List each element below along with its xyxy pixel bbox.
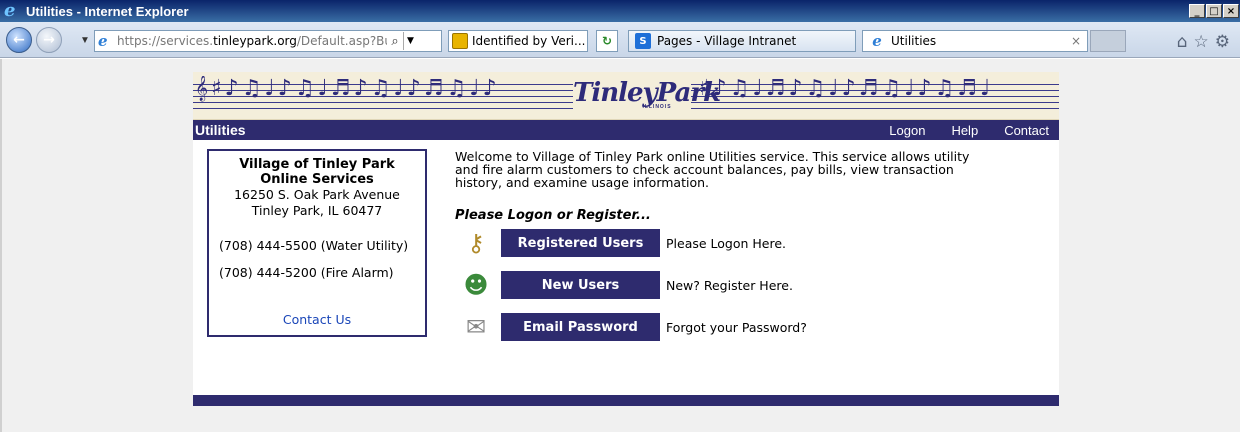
- history-dropdown-icon[interactable]: ▼: [80, 35, 90, 46]
- tab-label: Pages - Village Intranet: [657, 34, 797, 48]
- welcome-text: Welcome to Village of Tinley Park online…: [455, 149, 970, 190]
- page-viewport: 𝄞♯♪♫♩♪♫♩♬♪♫♩♪♬♫♩♪ ♯♪♫♩♬♪♫♩♪♬♫♩♪♫♬♩ Tinle…: [0, 59, 1240, 432]
- section-title: Utilities: [195, 122, 246, 138]
- window-title-bar: e Utilities - Internet Explorer _ □ ×: [0, 0, 1240, 22]
- back-button[interactable]: ←: [6, 27, 32, 53]
- new-users-button[interactable]: New Users: [501, 271, 660, 299]
- nav-help-link[interactable]: Help: [951, 123, 978, 138]
- window-title: Utilities - Internet Explorer: [26, 3, 189, 19]
- utilities-page: 𝄞♯♪♫♩♪♫♩♬♪♫♩♪♬♫♩♪ ♯♪♫♩♬♪♫♩♪♬♫♩♪♫♬♩ Tinle…: [193, 72, 1059, 406]
- minimize-button[interactable]: _: [1189, 4, 1205, 18]
- internet-explorer-icon: e: [4, 0, 16, 21]
- email-password-row: ✉ Email Password Forgot your Password?: [459, 312, 979, 342]
- browser-command-icons: ⌂ ☆ ⚙: [1177, 32, 1230, 52]
- close-tab-icon[interactable]: ×: [1071, 34, 1081, 48]
- contact-us-link[interactable]: Contact Us: [209, 312, 425, 327]
- site-banner: 𝄞♯♪♫♩♪♫♩♬♪♫♩♪♬♫♩♪ ♯♪♫♩♬♪♫♩♪♬♫♩♪♫♬♩ Tinle…: [193, 72, 1059, 120]
- registered-users-row: ⚷ Registered Users Please Logon Here.: [459, 228, 979, 258]
- lock-icon: [452, 33, 468, 49]
- close-button[interactable]: ×: [1223, 4, 1239, 18]
- ie-page-icon: e: [872, 32, 882, 50]
- address-bar[interactable]: e https://services.tinleypark.org/Defaul…: [94, 30, 442, 52]
- organization-name: Village of Tinley Park Online Services: [239, 157, 395, 187]
- site-nav-bar: Utilities Logon Help Contact: [193, 120, 1059, 140]
- browser-toolbar: ← → ▼ e https://services.tinleypark.org/…: [0, 22, 1240, 58]
- sharepoint-icon: S: [635, 33, 651, 49]
- keys-icon: ⚷: [467, 229, 485, 257]
- tab-label: Utilities: [891, 34, 937, 48]
- registered-users-button[interactable]: Registered Users: [501, 229, 660, 257]
- tinley-park-logo: TinleyPark ILLINOIS: [573, 78, 721, 116]
- music-notes-decoration: ♯♪♫♩♬♪♫♩♪♬♫♩♪♫♬♩: [699, 76, 994, 101]
- new-users-row: ☻ New Users New? Register Here.: [459, 270, 979, 300]
- tab-pages-village-intranet[interactable]: S Pages - Village Intranet: [628, 30, 856, 52]
- security-identity-button[interactable]: Identified by Veri...: [448, 30, 588, 52]
- new-tab-button[interactable]: [1090, 30, 1126, 52]
- new-users-hint: New? Register Here.: [666, 277, 793, 293]
- search-icon[interactable]: ⌕: [387, 34, 403, 49]
- user-icon: ☻: [463, 271, 489, 299]
- tools-gear-icon[interactable]: ⚙: [1215, 32, 1230, 52]
- forward-button[interactable]: →: [36, 27, 62, 53]
- nav-contact-link[interactable]: Contact: [1004, 123, 1049, 138]
- email-password-hint: Forgot your Password?: [666, 319, 807, 335]
- address: 16250 S. Oak Park Avenue Tinley Park, IL…: [234, 187, 400, 218]
- address-url[interactable]: https://services.tinleypark.org/Default.…: [117, 34, 387, 48]
- contact-info-box: Village of Tinley Park Online Services 1…: [207, 149, 427, 337]
- email-password-button[interactable]: Email Password: [501, 313, 660, 341]
- phone-water-utility: (708) 444-5500 (Water Utility): [219, 238, 409, 253]
- tab-utilities[interactable]: e Utilities ×: [862, 30, 1088, 52]
- favorites-star-icon[interactable]: ☆: [1194, 32, 1209, 52]
- maximize-button[interactable]: □: [1206, 4, 1222, 18]
- music-notes-decoration: 𝄞♯♪♫♩♪♫♩♬♪♫♩♪♬♫♩♪: [195, 76, 500, 101]
- address-dropdown-icon[interactable]: ▼: [403, 32, 417, 50]
- nav-logon-link[interactable]: Logon: [889, 123, 925, 138]
- email-envelope-icon: ✉: [465, 313, 487, 341]
- refresh-button[interactable]: ↻: [596, 30, 618, 52]
- page-footer-bar: [193, 395, 1059, 406]
- phone-fire-alarm: (708) 444-5200 (Fire Alarm): [219, 265, 394, 280]
- logon-prompt: Please Logon or Register...: [455, 208, 651, 223]
- page-favicon-icon: e: [98, 32, 108, 50]
- security-label: Identified by Veri...: [472, 34, 586, 48]
- registered-users-hint: Please Logon Here.: [666, 235, 787, 251]
- home-icon[interactable]: ⌂: [1177, 32, 1188, 52]
